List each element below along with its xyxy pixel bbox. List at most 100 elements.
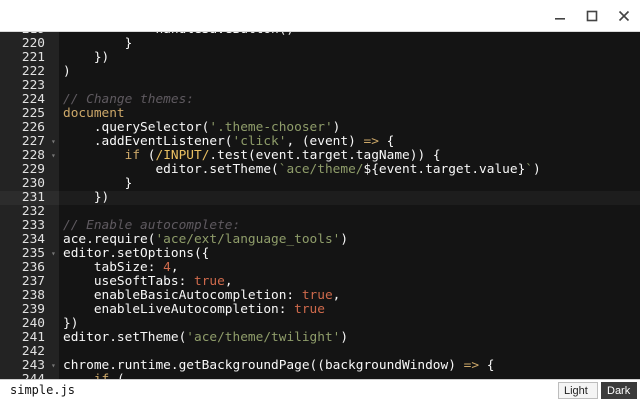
line-number: 243 (21, 358, 45, 373)
line-number: 238 (21, 288, 45, 303)
code-line[interactable]: 224 // Change themes: (0, 93, 640, 107)
code-line[interactable]: 221 }) (0, 51, 640, 65)
code-token: true (193, 274, 225, 289)
code-token: true (294, 302, 325, 317)
gutter-cell: 230 (0, 177, 59, 191)
code-line[interactable]: 220 } (0, 37, 640, 51)
maximize-button[interactable] (576, 0, 608, 32)
code-token: ) (340, 232, 349, 247)
code-text: } (63, 36, 133, 51)
dark-theme-button[interactable]: Dark (601, 382, 637, 399)
code-line[interactable]: 234 ace.require('ace/ext/language_tools') (0, 233, 640, 247)
line-number: 236 (21, 260, 45, 275)
fold-arrow-icon[interactable]: ▾ (51, 359, 56, 373)
code-line[interactable]: 229 editor.setTheme(`ace/theme/${event.t… (0, 163, 640, 177)
code-text: chrome.runtime.getBackgroundPage((backgr… (63, 359, 494, 373)
gutter-cell: 235 ▾ (0, 247, 59, 261)
code-token: editor.setOptions({ (63, 246, 210, 261)
code-token: } (63, 36, 133, 51)
code-text: }) (63, 317, 78, 331)
code-line[interactable]: 230 } (0, 177, 640, 191)
code-text: enableBasicAutocompletion: true, (63, 288, 341, 303)
code-text: editor.setTheme('ace/theme/twilight') (63, 331, 348, 345)
code-token: 'ace/ext/language_tools' (155, 232, 341, 247)
code-line[interactable]: 238 enableBasicAutocompletion: true, (0, 289, 640, 303)
fold-arrow-icon[interactable]: ▾ (51, 149, 56, 163)
code-line[interactable]: 232 (0, 205, 640, 219)
code-line[interactable]: 233 // Enable autocomplete: (0, 219, 640, 233)
code-token: ) (533, 162, 541, 177)
code-token: ${event.target.value} (363, 162, 526, 177)
maximize-icon (586, 10, 598, 22)
line-number: 235 (21, 246, 45, 261)
code-text: }) (63, 191, 109, 205)
code-token: chrome.runtime.getBackgroundPage((backgr… (63, 358, 464, 373)
fold-arrow-icon[interactable]: ▾ (51, 247, 56, 261)
code-line[interactable]: 226 .querySelector('.theme-chooser') (0, 121, 640, 135)
code-line[interactable]: 242 (0, 345, 640, 359)
code-token: ace.require( (63, 232, 156, 247)
code-text: } (63, 177, 133, 191)
code-line[interactable]: 241 editor.setTheme('ace/theme/twilight') (0, 331, 640, 345)
gutter-cell: 241 (0, 331, 59, 345)
code-token: // Enable autocomplete: (63, 218, 241, 233)
gutter-cell: 222 (0, 65, 59, 79)
code-text: if (/INPUT/.test(event.target.tagName)) … (63, 149, 441, 163)
code-line[interactable]: 222) (0, 65, 640, 79)
gutter-cell: 234 (0, 233, 59, 247)
line-number: 234 (21, 232, 45, 247)
code-token: 4 (163, 260, 171, 275)
code-token: => (463, 358, 480, 373)
fold-arrow-icon[interactable]: ▾ (51, 135, 56, 149)
code-line[interactable]: 225 document (0, 107, 640, 121)
line-number: 233 (21, 218, 45, 233)
code-line[interactable]: 235 ▾ editor.setOptions({ (0, 247, 640, 261)
light-theme-button[interactable]: Light (558, 382, 598, 399)
code-line[interactable]: 236 tabSize: 4, (0, 261, 640, 275)
code-text: editor.setTheme(`ace/theme/${event.targe… (63, 162, 541, 177)
code-line[interactable]: 231 }) (0, 191, 640, 205)
gutter-cell: 224 (0, 93, 59, 107)
code-line[interactable]: 228 ▾ if (/INPUT/.test(event.target.tagNa… (0, 149, 640, 163)
code-lines: 219 handleSaveButton()220 }221 })222)223… (0, 32, 640, 379)
code-line[interactable]: 239 enableLiveAutocompletion: true (0, 303, 640, 317)
code-token: 'click' (232, 134, 287, 149)
minimize-button[interactable] (544, 0, 576, 32)
code-token: editor.setTheme( (63, 330, 187, 345)
code-token: tabSize: (63, 260, 164, 275)
code-token: }) (63, 316, 79, 331)
code-token: , (224, 274, 233, 289)
code-editor[interactable]: 219 handleSaveButton()220 }221 })222)223… (0, 32, 640, 379)
code-token: , (332, 288, 341, 303)
line-number: 226 (21, 120, 45, 135)
line-number: 224 (21, 92, 45, 107)
code-line[interactable]: 237 useSoftTabs: true, (0, 275, 640, 289)
code-token: => (363, 134, 379, 149)
code-text: useSoftTabs: true, (63, 275, 233, 289)
code-line[interactable]: 243 ▾ chrome.runtime.getBackgroundPage((ba… (0, 359, 640, 373)
code-token: useSoftTabs: (63, 274, 194, 289)
gutter-cell: 223 (0, 79, 59, 93)
code-token: if (124, 148, 141, 163)
code-line[interactable]: 227 ▾ .addEventListener('click', (event) … (0, 135, 640, 149)
line-number: 237 (21, 274, 45, 289)
close-button[interactable] (608, 0, 640, 32)
line-number: 225 (21, 106, 45, 121)
line-number: 227 (21, 134, 45, 149)
code-token: , (170, 260, 179, 275)
code-token: `ace/theme/ (278, 162, 364, 177)
gutter-cell: 232 (0, 205, 59, 219)
file-name: simple.js (10, 383, 76, 397)
code-line[interactable]: 240}) (0, 317, 640, 331)
code-token: { (479, 358, 495, 373)
code-token: ` (525, 162, 533, 177)
code-token: '.theme-chooser' (209, 120, 333, 135)
line-number: 231 (21, 190, 45, 205)
code-token: ) (340, 330, 349, 345)
code-line[interactable]: 223 (0, 79, 640, 93)
code-token: { (378, 134, 395, 149)
code-text: // Change themes: (63, 93, 194, 107)
minimize-icon (555, 18, 565, 20)
code-token: /INPUT/ (155, 148, 210, 163)
